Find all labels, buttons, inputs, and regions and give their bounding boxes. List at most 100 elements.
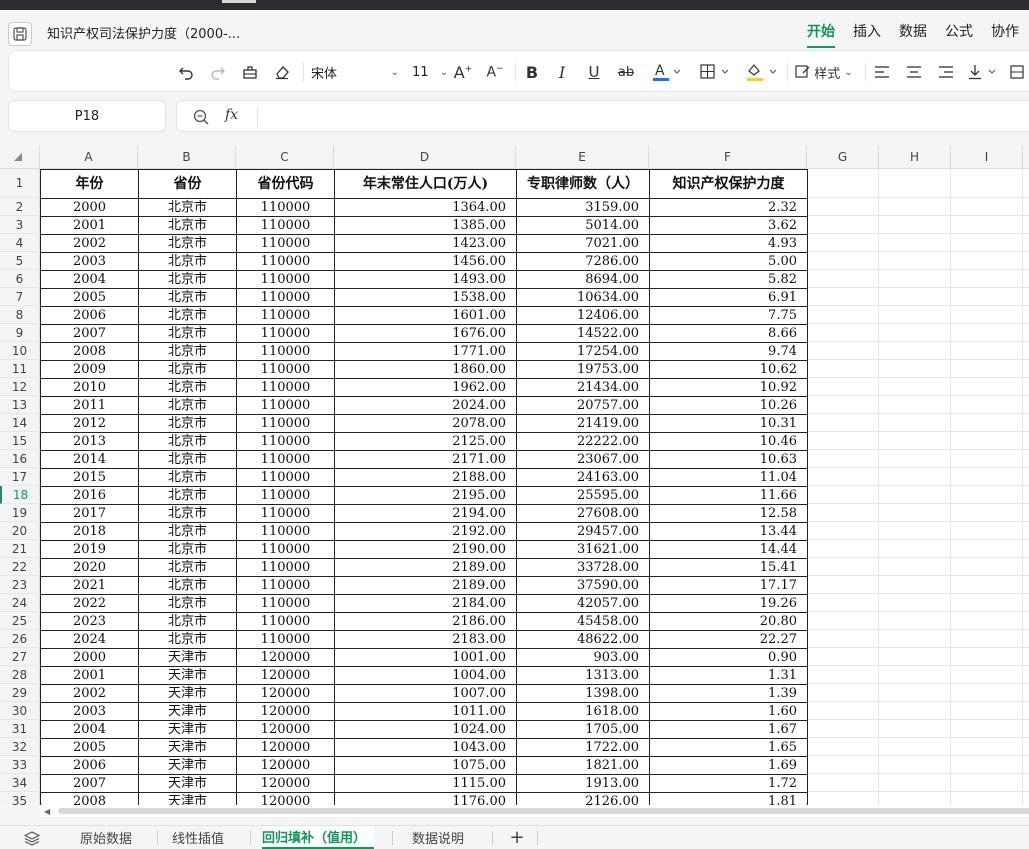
table-cell[interactable]: 2171.00	[334, 450, 517, 469]
table-cell[interactable]: 8694.00	[516, 270, 650, 289]
table-cell[interactable]: 19753.00	[516, 360, 650, 379]
table-cell[interactable]: 33728.00	[516, 558, 650, 577]
table-cell[interactable]: 110000	[236, 468, 335, 487]
undo-icon[interactable]	[175, 51, 197, 93]
table-cell[interactable]: 110000	[236, 198, 335, 217]
table-cell[interactable]: 2194.00	[334, 504, 517, 523]
table-cell[interactable]: 120000	[236, 738, 335, 757]
table-cell[interactable]: 2001	[40, 216, 139, 235]
table-cell[interactable]: 1962.00	[334, 378, 517, 397]
table-cell[interactable]: 1423.00	[334, 234, 517, 253]
table-cell[interactable]: 21434.00	[516, 378, 650, 397]
underline-icon[interactable]: U	[583, 51, 605, 93]
row-header-6[interactable]: 6	[0, 270, 40, 288]
table-cell[interactable]: 1821.00	[516, 756, 650, 775]
header-cell[interactable]: 专职律师数（人）	[516, 169, 650, 199]
row-header-14[interactable]: 14	[0, 414, 40, 432]
header-cell[interactable]: 省份代码	[236, 169, 335, 199]
table-cell[interactable]: 37590.00	[516, 576, 650, 595]
strikethrough-icon[interactable]: ab	[615, 51, 637, 93]
table-cell[interactable]: 120000	[236, 702, 335, 721]
table-cell[interactable]: 1398.00	[516, 684, 650, 703]
cell-style-button[interactable]: 样式 ⌄	[791, 51, 857, 93]
table-cell[interactable]: 北京市	[138, 378, 237, 397]
table-cell[interactable]: 17.17	[649, 576, 808, 595]
table-cell[interactable]: 2190.00	[334, 540, 517, 559]
table-cell[interactable]: 120000	[236, 720, 335, 739]
column-header-F[interactable]: F	[649, 145, 807, 169]
table-cell[interactable]: 2006	[40, 756, 139, 775]
row-header-9[interactable]: 9	[0, 324, 40, 342]
table-cell[interactable]: 10.26	[649, 396, 808, 415]
table-cell[interactable]: 11.04	[649, 468, 808, 487]
table-cell[interactable]: 110000	[236, 378, 335, 397]
border-icon[interactable]	[697, 51, 733, 93]
table-cell[interactable]: 2183.00	[334, 630, 517, 649]
table-cell[interactable]: 9.74	[649, 342, 808, 361]
table-cell[interactable]: 2021	[40, 576, 139, 595]
row-header-30[interactable]: 30	[0, 702, 40, 720]
column-header-E[interactable]: E	[516, 145, 649, 169]
table-cell[interactable]: 1075.00	[334, 756, 517, 775]
menu-tab-4[interactable]: 协作	[991, 21, 1019, 48]
table-cell[interactable]: 4.93	[649, 234, 808, 253]
fill-color-icon[interactable]	[743, 51, 781, 93]
table-cell[interactable]: 北京市	[138, 432, 237, 451]
table-cell[interactable]: 1771.00	[334, 342, 517, 361]
fx-label[interactable]: fx	[225, 107, 238, 123]
table-cell[interactable]: 2189.00	[334, 558, 517, 577]
table-cell[interactable]: 120000	[236, 648, 335, 667]
row-header-4[interactable]: 4	[0, 234, 40, 252]
row-header-17[interactable]: 17	[0, 468, 40, 486]
table-cell[interactable]: 5.82	[649, 270, 808, 289]
table-cell[interactable]: 1313.00	[516, 666, 650, 685]
table-cell[interactable]: 1.65	[649, 738, 808, 757]
table-cell[interactable]: 1.72	[649, 774, 808, 793]
header-cell[interactable]: 省份	[138, 169, 237, 199]
header-cell[interactable]: 年份	[40, 169, 139, 199]
table-cell[interactable]: 110000	[236, 324, 335, 343]
table-cell[interactable]: 北京市	[138, 450, 237, 469]
table-cell[interactable]: 0.90	[649, 648, 808, 667]
table-cell[interactable]: 2006	[40, 306, 139, 325]
table-cell[interactable]: 北京市	[138, 486, 237, 505]
redo-icon[interactable]	[207, 51, 229, 93]
table-cell[interactable]: 7021.00	[516, 234, 650, 253]
table-cell[interactable]: 天津市	[138, 648, 237, 667]
sheet-list-icon[interactable]	[20, 826, 44, 849]
table-cell[interactable]: 7286.00	[516, 252, 650, 271]
table-cell[interactable]: 2008	[40, 792, 139, 805]
table-cell[interactable]: 北京市	[138, 504, 237, 523]
table-cell[interactable]: 24163.00	[516, 468, 650, 487]
table-cell[interactable]: 110000	[236, 432, 335, 451]
row-header-19[interactable]: 19	[0, 504, 40, 522]
row-header-21[interactable]: 21	[0, 540, 40, 558]
table-cell[interactable]: 8.66	[649, 324, 808, 343]
menu-tab-0[interactable]: 开始	[807, 21, 835, 48]
sheet-tab-3[interactable]: 数据说明	[412, 826, 482, 849]
table-cell[interactable]: 110000	[236, 612, 335, 631]
table-cell[interactable]: 10.92	[649, 378, 808, 397]
table-cell[interactable]: 120000	[236, 792, 335, 805]
table-cell[interactable]: 1.69	[649, 756, 808, 775]
table-cell[interactable]: 1913.00	[516, 774, 650, 793]
row-header-29[interactable]: 29	[0, 684, 40, 702]
table-cell[interactable]: 1043.00	[334, 738, 517, 757]
spreadsheet-grid[interactable]: A B C D E F G H I 1 2 3 4 5 6 7 8 9 10 11 12 13 14 15 16 17 18 19 20…	[0, 145, 1029, 805]
row-header-28[interactable]: 28	[0, 666, 40, 684]
table-cell[interactable]: 天津市	[138, 792, 237, 805]
table-cell[interactable]: 1.31	[649, 666, 808, 685]
table-cell[interactable]: 2004	[40, 270, 139, 289]
table-cell[interactable]: 2003	[40, 702, 139, 721]
table-cell[interactable]: 22.27	[649, 630, 808, 649]
table-cell[interactable]: 2007	[40, 774, 139, 793]
italic-icon[interactable]: I	[551, 51, 573, 93]
table-cell[interactable]: 天津市	[138, 756, 237, 775]
row-header-10[interactable]: 10	[0, 342, 40, 360]
table-cell[interactable]: 11.66	[649, 486, 808, 505]
row-header-2[interactable]: 2	[0, 198, 40, 216]
column-header-C[interactable]: C	[236, 145, 334, 169]
table-cell[interactable]: 110000	[236, 270, 335, 289]
table-cell[interactable]: 22222.00	[516, 432, 650, 451]
table-cell[interactable]: 1676.00	[334, 324, 517, 343]
